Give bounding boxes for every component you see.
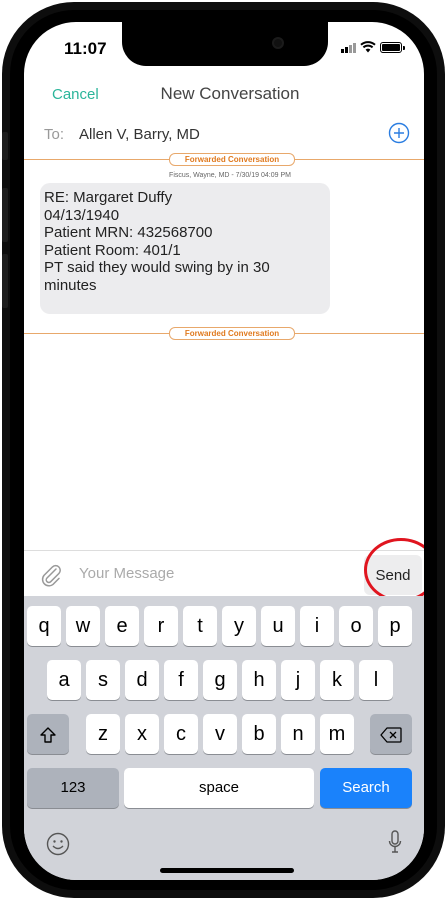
key-v[interactable]: v [203, 714, 237, 754]
key-i[interactable]: i [300, 606, 334, 646]
home-indicator[interactable] [160, 868, 294, 873]
key-q[interactable]: q [27, 606, 61, 646]
key-k[interactable]: k [320, 660, 354, 700]
forward-meta: Fiscus, Wayne, MD - 7/30/19 04:09 PM [169, 172, 291, 179]
key-t[interactable]: t [183, 606, 217, 646]
recipient-names[interactable]: Allen V, Barry, MD [79, 126, 200, 143]
recipient-row[interactable]: To: Allen V, Barry, MD [24, 120, 424, 150]
key-n[interactable]: n [281, 714, 315, 754]
forwarded-badge-bottom: Forwarded Conversation [169, 327, 295, 340]
numbers-key[interactable]: 123 [27, 768, 119, 808]
shift-icon [40, 727, 56, 743]
key-c[interactable]: c [164, 714, 198, 754]
backspace-icon [380, 727, 402, 743]
key-x[interactable]: x [125, 714, 159, 754]
search-key[interactable]: Search [320, 768, 412, 808]
key-d[interactable]: d [125, 660, 159, 700]
message-input[interactable] [79, 557, 359, 589]
signal-icon [341, 43, 356, 53]
message-line: Patient Room: 401/1 [44, 241, 181, 259]
key-w[interactable]: w [66, 606, 100, 646]
key-p[interactable]: p [378, 606, 412, 646]
microphone-icon[interactable] [388, 830, 402, 854]
screen: 11:07 Cancel New Conversation To: Allen … [24, 22, 424, 880]
key-y[interactable]: y [222, 606, 256, 646]
phone-frame: 11:07 Cancel New Conversation To: Allen … [2, 2, 445, 898]
message-line: minutes [44, 276, 97, 294]
message-line: PT said they would swing by in 30 [44, 259, 270, 276]
to-label: To: [44, 126, 65, 143]
forwarded-badge-top: Forwarded Conversation [169, 153, 295, 166]
paperclip-icon[interactable] [40, 563, 62, 587]
key-r[interactable]: r [144, 606, 178, 646]
key-a[interactable]: a [47, 660, 81, 700]
key-j[interactable]: j [281, 660, 315, 700]
message-bubble: RE: Margaret Duffy 04/13/1940 Patient MR… [40, 183, 330, 314]
emoji-icon[interactable] [46, 832, 70, 856]
notch [122, 22, 328, 66]
volume-up-button [2, 188, 8, 242]
key-f[interactable]: f [164, 660, 198, 700]
key-s[interactable]: s [86, 660, 120, 700]
key-g[interactable]: g [203, 660, 237, 700]
status-icons [341, 41, 405, 53]
volume-down-button [2, 254, 8, 308]
camera-icon [272, 37, 284, 49]
key-b[interactable]: b [242, 714, 276, 754]
key-z[interactable]: z [86, 714, 120, 754]
key-o[interactable]: o [339, 606, 373, 646]
key-h[interactable]: h [242, 660, 276, 700]
wifi-icon [360, 41, 376, 53]
message-line: RE: Margaret Duffy [44, 189, 173, 206]
shift-key[interactable] [27, 714, 69, 754]
key-m[interactable]: m [320, 714, 354, 754]
message-line: 04/13/1940 [44, 206, 120, 224]
page-title: New Conversation [160, 84, 300, 103]
message-line: Patient MRN: 432568700 [44, 224, 213, 241]
space-key[interactable]: space [124, 768, 314, 808]
silent-switch [2, 132, 8, 160]
key-e[interactable]: e [105, 606, 139, 646]
delete-key[interactable] [370, 714, 412, 754]
battery-icon [380, 42, 405, 53]
add-recipient-icon[interactable] [388, 122, 410, 144]
key-l[interactable]: l [359, 660, 393, 700]
key-u[interactable]: u [261, 606, 295, 646]
status-time: 11:07 [64, 39, 107, 58]
nav-bar: Cancel New Conversation [24, 80, 424, 110]
keyboard: q w e r t y u i o p a s d f g h j k l z … [24, 596, 424, 880]
